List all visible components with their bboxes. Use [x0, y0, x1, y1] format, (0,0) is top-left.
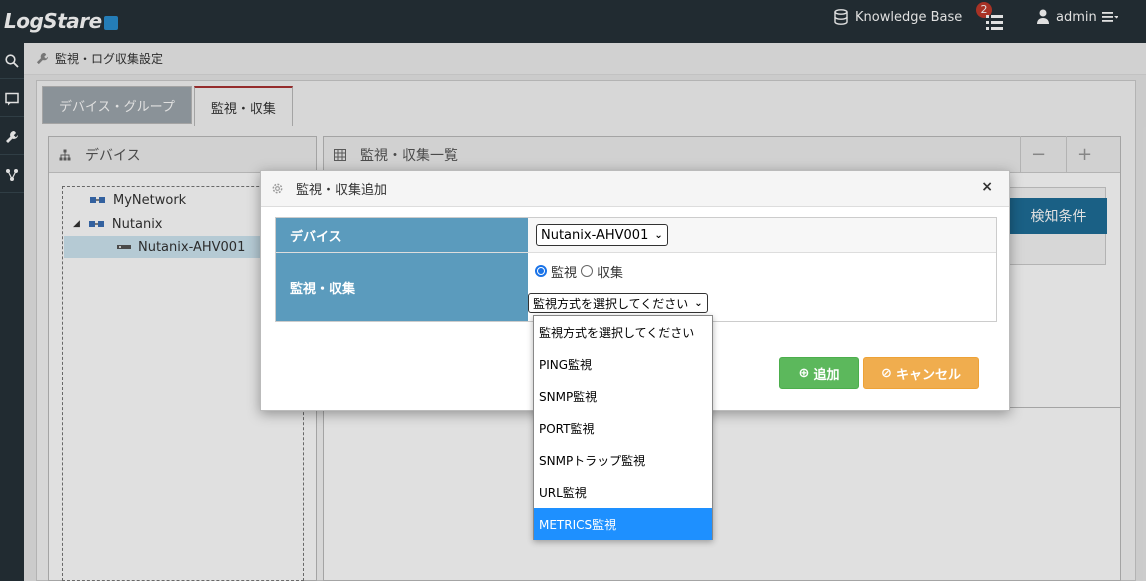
add-button-label: 追加: [813, 367, 840, 383]
radio-group: 監視 収集: [535, 262, 623, 281]
cancel-button-label: キャンセル: [895, 367, 961, 383]
dropdown-option-highlighted[interactable]: METRICS監視: [534, 508, 712, 540]
dropdown-option[interactable]: URL監視: [534, 476, 712, 508]
ban-icon: ⊘: [881, 365, 892, 381]
dropdown-option[interactable]: SNMP監視: [534, 380, 712, 412]
dropdown-option[interactable]: PING監視: [534, 348, 712, 380]
close-icon[interactable]: ×: [981, 179, 993, 195]
method-select[interactable]: 監視方式を選択してください ⌄: [528, 293, 708, 313]
chevron-down-icon: ⌄: [654, 229, 663, 241]
radio-collect[interactable]: [581, 264, 594, 277]
method-select-value: 監視方式を選択してください: [533, 296, 689, 311]
add-button[interactable]: ⊕ 追加: [779, 357, 859, 389]
gear-icon: [272, 183, 283, 194]
plus-circle-icon: ⊕: [798, 365, 810, 381]
type-value-cell: 監視 収集 監視方式を選択してください ⌄: [528, 253, 996, 321]
type-row: 監視・収集 監視 収集 監視方式を選択してください ⌄: [276, 253, 996, 321]
dialog-title: 監視・収集追加: [296, 183, 388, 198]
type-label: 監視・収集: [276, 253, 528, 321]
device-row: デバイス Nutanix-AHV001 ⌄: [276, 218, 996, 253]
dropdown-option[interactable]: PORT監視: [534, 412, 712, 444]
cancel-button[interactable]: ⊘ キャンセル: [863, 357, 979, 389]
dropdown-option[interactable]: SNMPトラップ監視: [534, 444, 712, 476]
device-label: デバイス: [276, 218, 528, 252]
device-select[interactable]: Nutanix-AHV001 ⌄: [536, 224, 668, 246]
radio-collect-label: 収集: [597, 266, 624, 281]
device-value-cell: Nutanix-AHV001 ⌄: [528, 218, 996, 252]
radio-monitor[interactable]: [535, 264, 547, 277]
radio-monitor-label: 監視: [551, 266, 578, 281]
chevron-down-icon: ⌄: [694, 297, 703, 309]
dropdown-option[interactable]: 監視方式を選択してください: [534, 316, 712, 348]
dialog-header: 監視・収集追加: [261, 171, 1009, 207]
method-dropdown-list: 監視方式を選択してください PING監視 SNMP監視 PORT監視 SNMPト…: [533, 315, 713, 540]
form-table: デバイス Nutanix-AHV001 ⌄ 監視・収集 監視 収集 監視方式を選…: [275, 217, 997, 322]
device-select-value: Nutanix-AHV001: [541, 227, 649, 243]
